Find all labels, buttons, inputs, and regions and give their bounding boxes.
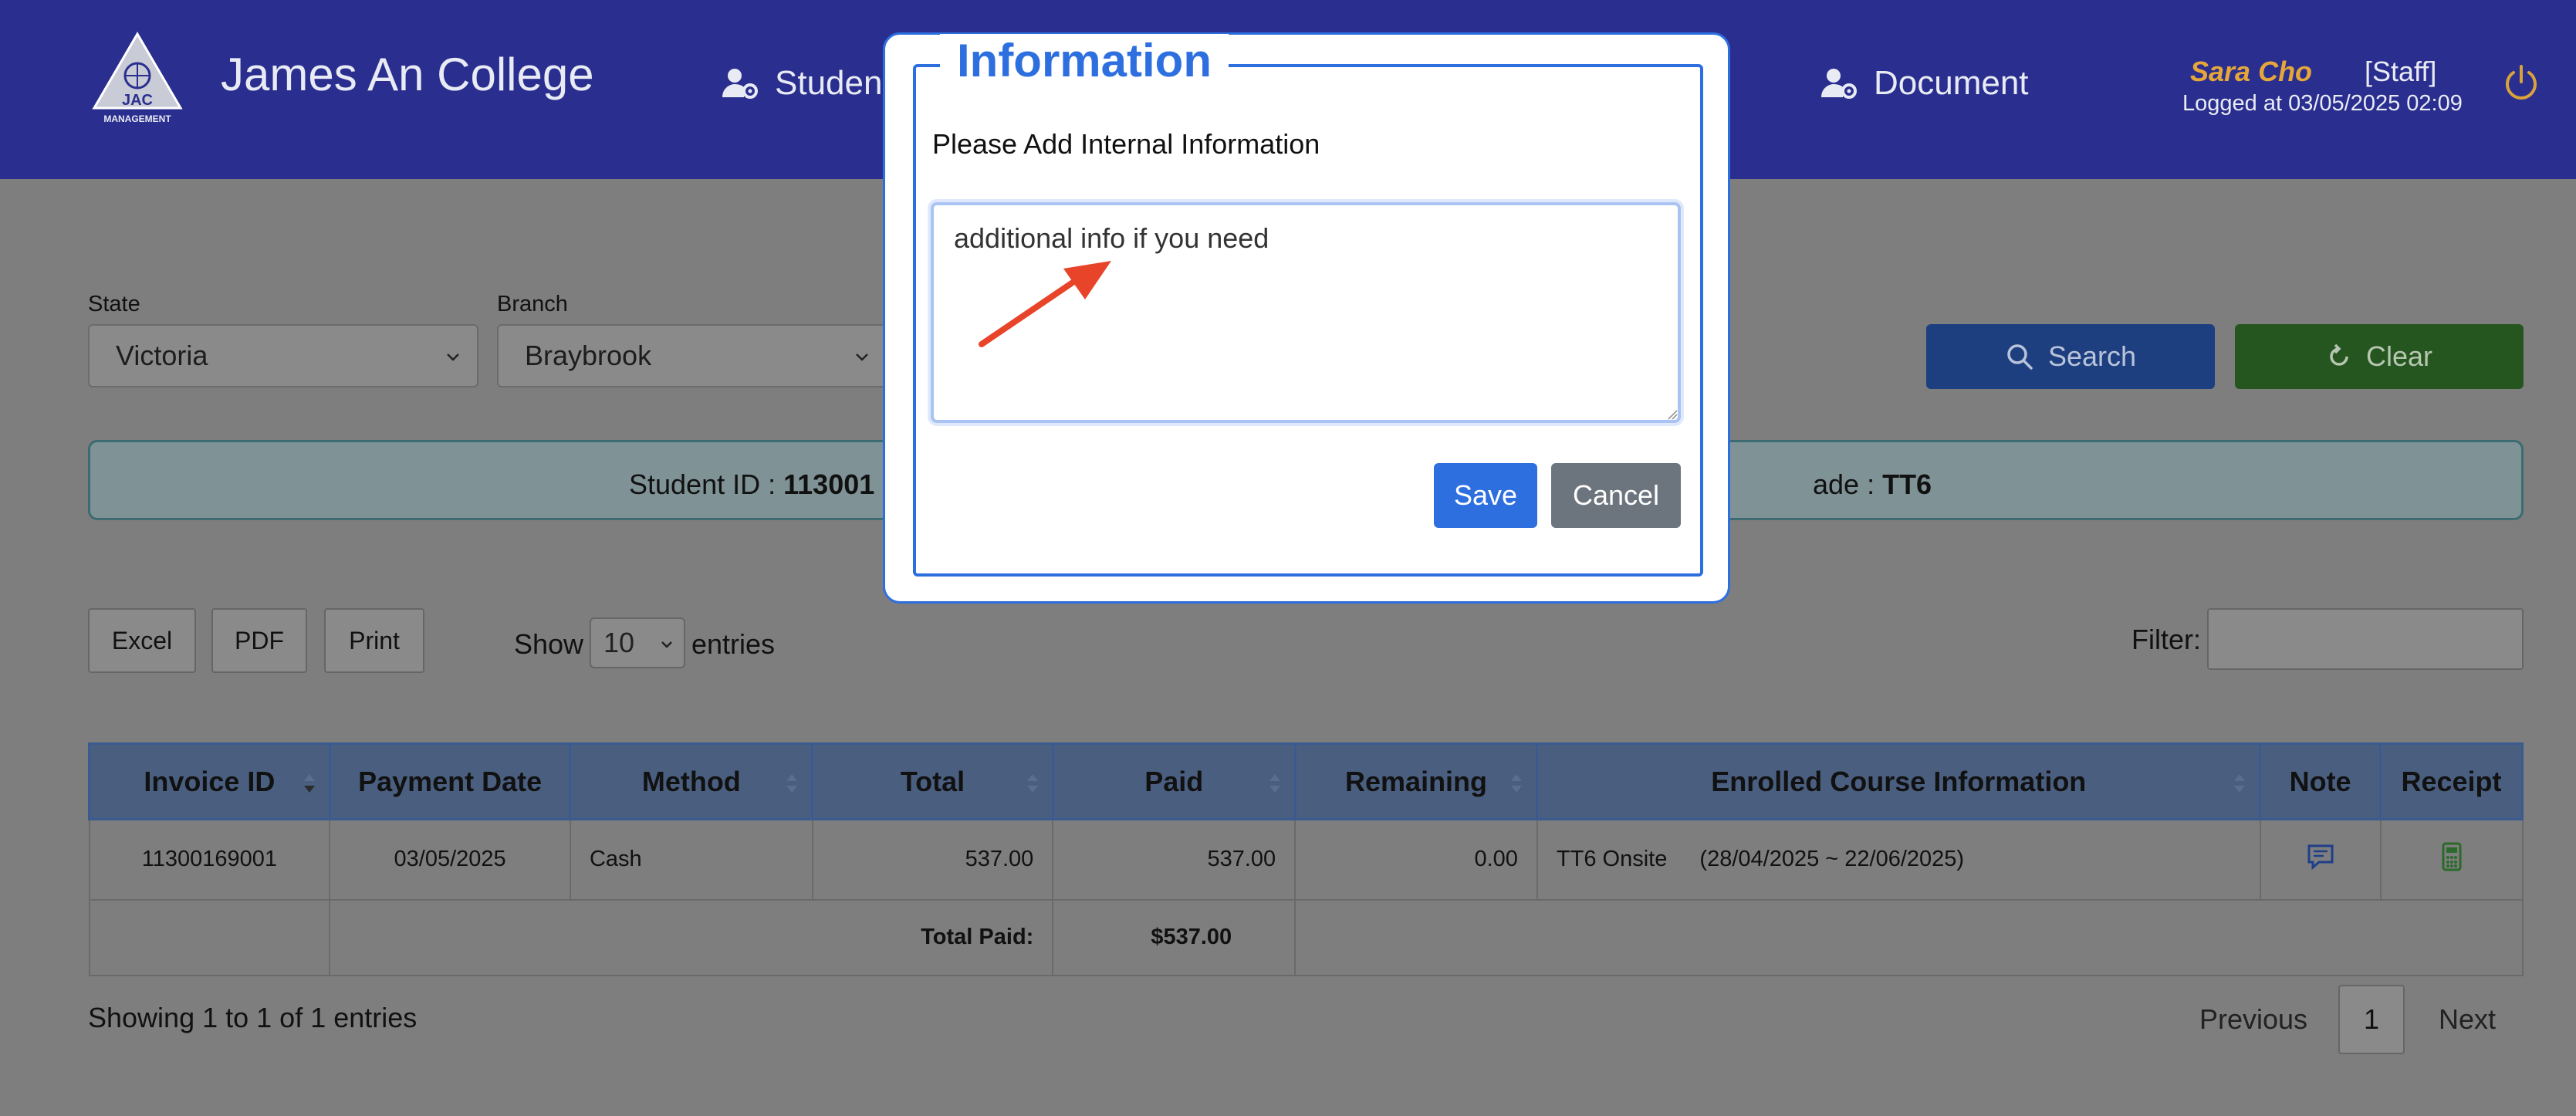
nav-students[interactable]: Studen (719, 63, 882, 103)
sort-icon (1026, 774, 1038, 793)
state-value: Victoria (116, 340, 208, 371)
state-label: State (88, 292, 140, 316)
red-arrow-annotation (979, 261, 1111, 347)
grade-value: TT6 (1882, 468, 1932, 500)
branch-value: Braybrook (525, 340, 652, 371)
save-button[interactable]: Save (1434, 463, 1537, 528)
branch-select[interactable]: Braybrook (497, 324, 887, 387)
user-gear-icon (1821, 69, 1857, 99)
next-button[interactable]: Next (2423, 985, 2511, 1054)
header-note: Note (2259, 742, 2382, 820)
header-label: Method (641, 765, 741, 797)
student-id-value: 113001 (783, 468, 875, 500)
calculator-icon[interactable] (2436, 841, 2467, 872)
cell-invoice-id: 11300169001 (88, 818, 331, 901)
total-empty-cell (1294, 898, 2524, 976)
course-dates: (28/04/2025 ~ 22/06/2025) (1699, 847, 1965, 872)
logo-subtext: MANAGEMENT (103, 113, 171, 124)
chevron-down-icon (661, 641, 672, 648)
print-button[interactable]: Print (324, 608, 424, 673)
course-name: TT6 Onsite (1556, 847, 1668, 872)
sort-icon (786, 774, 798, 793)
modal-title: Information (940, 34, 1229, 87)
student-id-text: Student ID : 113001 (629, 468, 874, 501)
cell-method: Cash (569, 818, 813, 901)
header-total[interactable]: Total (811, 742, 1054, 820)
state-select[interactable]: Victoria (88, 324, 478, 387)
previous-button[interactable]: Previous (2184, 985, 2323, 1054)
header-label: Invoice ID (144, 765, 276, 797)
header-label: Paid (1144, 765, 1204, 797)
entries-label: entries (691, 628, 776, 660)
header-label: Enrolled Course Information (1711, 765, 2087, 797)
page-1-button[interactable]: 1 (2338, 985, 2405, 1054)
header-label: Payment Date (358, 765, 543, 797)
filter-input[interactable] (2207, 608, 2524, 670)
nav-students-label: Studen (775, 64, 883, 102)
show-label: Show (514, 628, 584, 660)
filter-label: Filter: (2131, 624, 2201, 655)
search-button[interactable]: Search (1926, 324, 2215, 389)
sort-icon (1269, 774, 1280, 793)
cell-remaining: 0.00 (1294, 818, 1538, 901)
grade-text: ade : TT6 (1813, 468, 1932, 501)
header-receipt: Receipt (2379, 742, 2524, 820)
nav-document-label: Document (1874, 64, 2029, 102)
sort-icon (1511, 774, 1523, 793)
cell-total: 537.00 (811, 818, 1054, 901)
total-empty-cell (88, 898, 331, 976)
showing-entries: Showing 1 to 1 of 1 entries (88, 1002, 418, 1033)
student-id-label: Student ID : (629, 468, 784, 500)
brand-title: James An College (221, 49, 594, 100)
total-paid-label: Total Paid: (329, 898, 1054, 976)
header-label: Remaining (1345, 765, 1488, 797)
total-paid-value: $537.00 (1052, 898, 1296, 976)
invoice-table: Invoice ID Payment Date Method Total Pai… (88, 742, 2524, 976)
power-icon[interactable] (2500, 62, 2542, 103)
header-label: Note (2289, 765, 2351, 797)
header-enrolled-course[interactable]: Enrolled Course Information (1536, 742, 2262, 820)
clear-button-label: Clear (2365, 340, 2433, 372)
user-gear-icon (722, 69, 758, 99)
nav-document[interactable]: Document (1818, 63, 2029, 103)
header-remaining[interactable]: Remaining (1293, 742, 1539, 820)
resize-handle-icon[interactable] (1667, 409, 1678, 420)
entries-value: 10 (603, 627, 635, 658)
logged-at: Logged at 03/05/2025 02:09 (2182, 91, 2463, 116)
jac-logo: JAC MANAGEMENT (92, 32, 183, 124)
header-method[interactable]: Method (569, 742, 814, 820)
search-icon (2007, 344, 2033, 370)
header-paid[interactable]: Paid (1051, 742, 1296, 820)
total-row: Total Paid: $537.00 (88, 898, 2524, 976)
cell-note (2259, 818, 2382, 901)
excel-button[interactable]: Excel (88, 608, 196, 673)
chevron-down-icon (447, 353, 459, 361)
cell-receipt (2379, 818, 2524, 901)
clear-button[interactable]: Clear (2235, 324, 2524, 389)
cell-paid: 537.00 (1052, 818, 1296, 901)
header-payment-date[interactable]: Payment Date (328, 742, 572, 820)
comment-icon[interactable] (2305, 841, 2336, 872)
modal-subtitle: Please Add Internal Information (932, 128, 1320, 160)
sort-desc-icon (303, 774, 315, 793)
sort-icon (2234, 774, 2246, 793)
pdf-button[interactable]: PDF (211, 608, 307, 673)
entries-select[interactable]: 10 (590, 617, 685, 668)
user-role: [Staff] (2365, 56, 2437, 87)
search-button-label: Search (2047, 340, 2137, 372)
user-name: Sara Cho (2190, 56, 2313, 87)
header-label: Receipt (2401, 765, 2502, 797)
header-label: Total (900, 765, 965, 797)
header-invoice-id[interactable]: Invoice ID (88, 742, 331, 820)
chevron-down-icon (856, 353, 868, 361)
cell-payment-date: 03/05/2025 (329, 818, 571, 901)
branch-label: Branch (497, 292, 568, 316)
cell-course: TT6 Onsite (28/04/2025 ~ 22/06/2025) (1536, 818, 2261, 901)
cancel-button[interactable]: Cancel (1551, 463, 1681, 528)
logo-text: JAC (122, 92, 153, 109)
table-row: 11300169001 03/05/2025 Cash 537.00 537.0… (88, 818, 2524, 901)
refresh-icon (2330, 343, 2348, 366)
grade-label: ade : (1813, 468, 1883, 500)
